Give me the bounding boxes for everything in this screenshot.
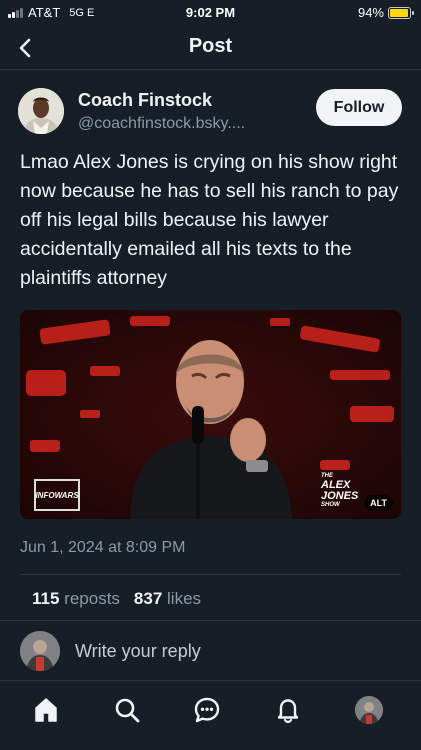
- tab-search[interactable]: [112, 695, 142, 725]
- author-avatar[interactable]: [18, 88, 64, 134]
- status-right: 94%: [357, 5, 414, 20]
- tab-notifications[interactable]: [273, 695, 303, 725]
- post-text: Lmao Alex Jones is crying on his show ri…: [20, 151, 399, 289]
- author-name[interactable]: Coach Finstock: [78, 90, 212, 111]
- status-bar: AT&T 5G E 9:02 PM 94%: [0, 0, 421, 26]
- reposts-count: 115: [32, 589, 60, 608]
- infowars-logo: INFOWARS: [34, 479, 80, 511]
- page-header: Post: [0, 26, 421, 70]
- tab-profile[interactable]: [354, 695, 384, 725]
- alex-jones-show-logo: THE ALEX JONES SHOW: [321, 473, 359, 508]
- profile-avatar: [355, 696, 383, 724]
- page-title: Post: [188, 35, 233, 57]
- post-stats: 115 reposts 837 likes: [32, 589, 201, 609]
- bottom-tab-bar: [0, 680, 421, 750]
- likes-label: likes: [167, 589, 202, 608]
- author-handle[interactable]: @coachfinstock.bsky....: [78, 115, 245, 133]
- alt-text-badge[interactable]: ALT: [364, 495, 393, 511]
- likes-stat[interactable]: 837 likes: [134, 589, 201, 609]
- follow-button[interactable]: Follow: [316, 89, 402, 126]
- reposts-stat[interactable]: 115 reposts: [32, 589, 120, 609]
- bell-icon: [277, 699, 299, 724]
- likes-count: 837: [133, 589, 163, 608]
- divider: [20, 574, 401, 575]
- tab-chat[interactable]: [192, 695, 222, 725]
- reposts-label: reposts: [64, 589, 120, 608]
- chat-icon: [194, 697, 220, 723]
- search-icon: [115, 698, 140, 723]
- reply-composer[interactable]: Write your reply: [0, 620, 421, 680]
- battery-percent: 94%: [357, 5, 384, 20]
- reply-input[interactable]: Write your reply: [75, 641, 201, 662]
- user-avatar: [20, 631, 60, 671]
- post-timestamp: Jun 1, 2024 at 8:09 PM: [20, 539, 186, 556]
- tab-home[interactable]: [31, 695, 61, 725]
- post-image[interactable]: INFOWARS THE ALEX JONES SHOW ALT: [20, 310, 401, 519]
- home-icon: [35, 698, 57, 722]
- battery-icon: [388, 6, 414, 19]
